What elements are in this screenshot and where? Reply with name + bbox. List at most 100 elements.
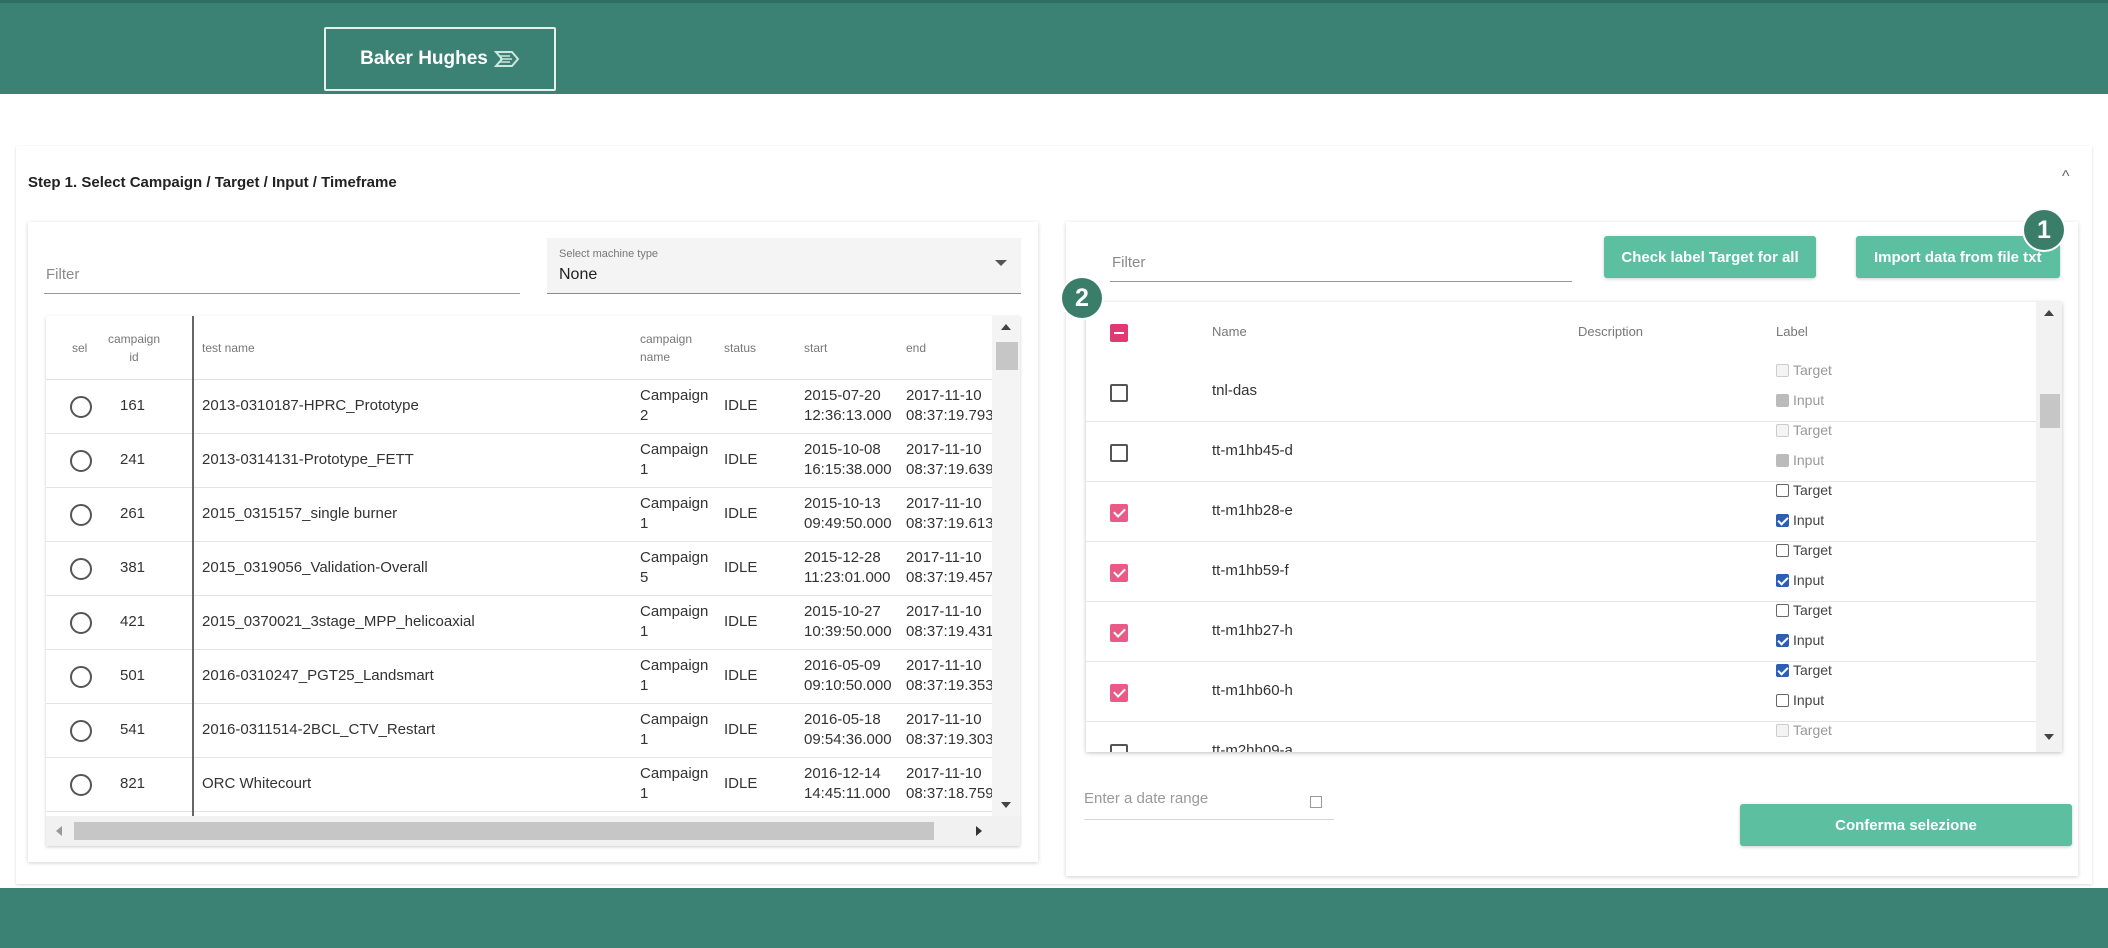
target-checkbox[interactable] [1776, 603, 1789, 617]
label-input-option[interactable]: Input [1776, 572, 1824, 588]
label-target-option[interactable]: Target [1776, 362, 1832, 378]
input-checkbox[interactable] [1776, 573, 1789, 587]
table-row[interactable]: 821 ORC Whitecourt Campaign 1 IDLE 2016-12-1… [46, 758, 992, 812]
label-input-option[interactable]: Input [1776, 692, 1824, 708]
row-select-radio[interactable] [70, 774, 92, 796]
col-status[interactable]: status [724, 316, 784, 380]
signal-row[interactable]: tt-m1hb59-f Target Input [1086, 542, 2036, 602]
target-checkbox[interactable] [1776, 723, 1789, 737]
row-checkbox[interactable] [1110, 684, 1128, 702]
col-campaign-id[interactable]: campaign id [102, 316, 166, 380]
scroll-down-icon[interactable] [1001, 802, 1011, 808]
target-checkbox[interactable] [1776, 543, 1789, 557]
col-end[interactable]: end [906, 316, 966, 380]
check-target-all-button[interactable]: Check label Target for all [1604, 236, 1816, 278]
app-footer [0, 888, 2108, 948]
label-target-option[interactable]: Target [1776, 422, 1832, 438]
scroll-thumb[interactable] [2040, 394, 2060, 428]
col-description[interactable]: Description [1578, 324, 1643, 339]
end-date: 2017-11-10 [906, 495, 982, 512]
scroll-right-icon[interactable] [976, 826, 982, 836]
start-time: 09:54:36.000 [804, 731, 892, 748]
row-select-radio[interactable] [70, 450, 92, 472]
signal-row[interactable]: tnl-das Target Input [1086, 362, 2036, 422]
row-checkbox[interactable] [1110, 444, 1128, 462]
test-name: 2015_0370021_3stage_MPP_helicoaxial [202, 613, 475, 630]
label-target-option[interactable]: Target [1776, 722, 1832, 738]
label-input-option[interactable]: Input [1776, 392, 1824, 408]
signal-row[interactable]: tt-m1hb45-d Target Input [1086, 422, 2036, 482]
table-row[interactable]: 421 2015_0370021_3stage_MPP_helicoaxial Ca… [46, 596, 992, 650]
target-label: Target [1793, 422, 1832, 438]
campaign-filter-input[interactable]: Filter [44, 266, 520, 294]
annotation-badge-1: 1 [2024, 210, 2064, 250]
signal-row[interactable]: tt-m1hb28-e Target Input [1086, 482, 2036, 542]
table-row[interactable]: 541 2016-0311514-2BCL_CTV_Restart Campaign… [46, 704, 992, 758]
label-target-option[interactable]: Target [1776, 662, 1832, 678]
table-row[interactable]: 161 2013-0310187-HPRC_Prototype Campaign 2… [46, 380, 992, 434]
label-target-option[interactable]: Target [1776, 542, 1832, 558]
table-row[interactable]: 241 2013-0314131-Prototype_FETT Campaign 1… [46, 434, 992, 488]
table-row[interactable]: 261 2015_0315157_single burner Campaign 1 I… [46, 488, 992, 542]
row-checkbox[interactable] [1110, 504, 1128, 522]
row-select-radio[interactable] [70, 504, 92, 526]
scroll-up-icon[interactable] [2044, 310, 2054, 316]
col-campaign-name[interactable]: campaign name [640, 316, 710, 380]
label-input-option[interactable]: Input [1776, 632, 1824, 648]
col-label[interactable]: Label [1776, 324, 1808, 339]
label-target-option[interactable]: Target [1776, 602, 1832, 618]
input-checkbox[interactable] [1776, 693, 1789, 707]
row-select-radio[interactable] [70, 666, 92, 688]
row-select-radio[interactable] [70, 558, 92, 580]
label-input-option[interactable]: Input [1776, 512, 1824, 528]
row-checkbox[interactable] [1110, 624, 1128, 642]
signal-row[interactable]: tt-m2hb09-aTargetInput [1086, 722, 2036, 752]
label-target-option[interactable]: Target [1776, 482, 1832, 498]
signal-row[interactable]: tt-m1hb27-h Target Input [1086, 602, 2036, 662]
col-test-name[interactable]: test name [202, 316, 402, 380]
end-time: 08:37:19.613 [906, 515, 992, 532]
start-date: 2015-10-27 [804, 603, 881, 620]
target-checkbox[interactable] [1776, 483, 1789, 497]
campaign-vertical-scrollbar[interactable] [992, 316, 1020, 816]
status: IDLE [724, 451, 758, 468]
signals-vertical-scrollbar[interactable] [2036, 302, 2062, 752]
baker-hughes-logo[interactable]: Baker Hughes [324, 27, 556, 91]
collapse-chevron-icon[interactable]: ^ [2062, 168, 2070, 186]
input-checkbox[interactable] [1776, 633, 1789, 647]
column-divider[interactable] [192, 316, 194, 816]
input-checkbox[interactable] [1776, 453, 1789, 467]
target-checkbox[interactable] [1776, 363, 1789, 377]
col-name[interactable]: Name [1212, 324, 1247, 339]
signals-filter-input[interactable]: Filter [1110, 254, 1572, 282]
campaign-horizontal-scrollbar[interactable] [46, 816, 1020, 846]
table-row[interactable]: 501 2016-0310247_PGT25_Landsmart Campaign … [46, 650, 992, 704]
scroll-thumb[interactable] [996, 342, 1018, 370]
start-date: 2015-07-20 [804, 387, 881, 404]
signal-row[interactable]: tt-m1hb60-h Target Input [1086, 662, 2036, 722]
input-checkbox[interactable] [1776, 513, 1789, 527]
input-checkbox[interactable] [1776, 393, 1789, 407]
target-checkbox[interactable] [1776, 423, 1789, 437]
table-row[interactable]: 381 2015_0319056_Validation-Overall Campai… [46, 542, 992, 596]
scroll-thumb[interactable] [74, 822, 934, 840]
machine-type-select[interactable]: Select machine type None [547, 238, 1021, 294]
calendar-icon[interactable] [1310, 796, 1322, 808]
row-select-radio[interactable] [70, 720, 92, 742]
scroll-down-icon[interactable] [2044, 734, 2054, 740]
scroll-up-icon[interactable] [1001, 324, 1011, 330]
row-checkbox[interactable] [1110, 744, 1128, 752]
date-range-input[interactable]: Enter a date range [1084, 790, 1334, 820]
col-start[interactable]: start [804, 316, 864, 380]
target-checkbox[interactable] [1776, 663, 1789, 677]
col-sel[interactable]: sel [72, 316, 102, 380]
test-name: 2013-0314131-Prototype_FETT [202, 451, 414, 468]
select-all-checkbox[interactable] [1110, 324, 1128, 342]
scroll-left-icon[interactable] [56, 826, 62, 836]
label-input-option[interactable]: Input [1776, 452, 1824, 468]
row-select-radio[interactable] [70, 396, 92, 418]
row-checkbox[interactable] [1110, 384, 1128, 402]
row-checkbox[interactable] [1110, 564, 1128, 582]
confirm-selection-button[interactable]: Conferma selezione [1740, 804, 2072, 846]
row-select-radio[interactable] [70, 612, 92, 634]
